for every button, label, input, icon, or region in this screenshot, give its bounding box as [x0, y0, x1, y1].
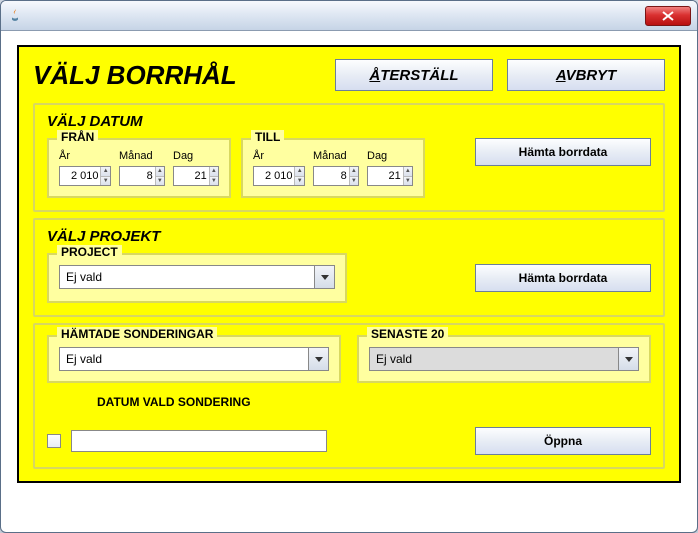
- spin-up-icon[interactable]: ▲: [403, 167, 412, 177]
- from-month-spinner[interactable]: ▲▼: [119, 166, 165, 186]
- latest-combo-input[interactable]: [370, 348, 618, 370]
- from-day-input[interactable]: [174, 167, 209, 185]
- to-month-label: Månad: [313, 150, 359, 162]
- from-month-label: Månad: [119, 150, 165, 162]
- spin-down-icon[interactable]: ▼: [155, 177, 164, 186]
- date-group: VÄLJ DATUM FRÅN År Månad Dag ▲▼ ▲▼ ▲▼: [33, 103, 665, 212]
- app-window: VÄLJ BORRHÅL ÅTERSTÄLL AVBRYT VÄLJ DATUM…: [0, 0, 698, 533]
- from-year-input[interactable]: [60, 167, 100, 185]
- project-group-title: VÄLJ PROJEKT: [47, 228, 651, 245]
- date-sondering-checkbox[interactable]: [47, 434, 61, 448]
- latest-fieldset: SENASTE 20: [357, 335, 651, 383]
- from-day-spinner[interactable]: ▲▼: [173, 166, 219, 186]
- from-year-spinner[interactable]: ▲▼: [59, 166, 111, 186]
- from-legend: FRÅN: [57, 130, 98, 144]
- to-fieldset: TILL År Månad Dag ▲▼ ▲▼ ▲▼: [241, 138, 425, 198]
- date-sondering-label: DATUM VALD SONDERING: [97, 395, 651, 409]
- project-combo-input[interactable]: [60, 266, 314, 288]
- fetched-legend: HÄMTADE SONDERINGAR: [57, 327, 217, 341]
- to-day-label: Dag: [367, 150, 413, 162]
- project-fieldset: PROJECT: [47, 253, 347, 303]
- fetched-fieldset: HÄMTADE SONDERINGAR: [47, 335, 341, 383]
- to-year-label: År: [253, 150, 305, 162]
- to-year-spinner[interactable]: ▲▼: [253, 166, 305, 186]
- from-month-input[interactable]: [120, 167, 155, 185]
- latest-legend: SENASTE 20: [367, 327, 448, 341]
- chevron-down-icon[interactable]: [308, 348, 328, 370]
- open-button[interactable]: Öppna: [475, 427, 651, 455]
- spin-up-icon[interactable]: ▲: [100, 167, 110, 177]
- page-title: VÄLJ BORRHÅL: [33, 60, 321, 91]
- spin-up-icon[interactable]: ▲: [155, 167, 164, 177]
- spin-up-icon[interactable]: ▲: [294, 167, 304, 177]
- date-sondering-field[interactable]: [71, 430, 327, 452]
- spin-up-icon[interactable]: ▲: [349, 167, 358, 177]
- client-area: VÄLJ BORRHÅL ÅTERSTÄLL AVBRYT VÄLJ DATUM…: [1, 31, 697, 497]
- fetched-combo[interactable]: [59, 347, 329, 371]
- reset-button[interactable]: ÅTERSTÄLL: [335, 59, 493, 91]
- from-fieldset: FRÅN År Månad Dag ▲▼ ▲▼ ▲▼: [47, 138, 231, 198]
- main-panel: VÄLJ BORRHÅL ÅTERSTÄLL AVBRYT VÄLJ DATUM…: [17, 45, 681, 483]
- from-year-label: År: [59, 150, 111, 162]
- to-year-input[interactable]: [254, 167, 294, 185]
- project-group: VÄLJ PROJEKT PROJECT Hämta borrdata: [33, 218, 665, 317]
- titlebar: [1, 1, 697, 31]
- spin-down-icon[interactable]: ▼: [403, 177, 412, 186]
- project-legend: PROJECT: [57, 245, 122, 259]
- latest-combo[interactable]: [369, 347, 639, 371]
- to-month-input[interactable]: [314, 167, 349, 185]
- fetch-date-button[interactable]: Hämta borrdata: [475, 138, 651, 166]
- spin-down-icon[interactable]: ▼: [294, 177, 304, 186]
- from-day-label: Dag: [173, 150, 219, 162]
- cancel-button[interactable]: AVBRYT: [507, 59, 665, 91]
- spin-down-icon[interactable]: ▼: [349, 177, 358, 186]
- java-icon: [7, 8, 23, 24]
- fetched-combo-input[interactable]: [60, 348, 308, 370]
- chevron-down-icon[interactable]: [618, 348, 638, 370]
- project-combo[interactable]: [59, 265, 335, 289]
- date-group-title: VÄLJ DATUM: [47, 113, 651, 130]
- to-day-spinner[interactable]: ▲▼: [367, 166, 413, 186]
- to-day-input[interactable]: [368, 167, 403, 185]
- fetch-project-button[interactable]: Hämta borrdata: [475, 264, 651, 292]
- sondering-group: HÄMTADE SONDERINGAR SENASTE 20: [33, 323, 665, 469]
- close-button[interactable]: [645, 6, 691, 26]
- to-legend: TILL: [251, 130, 284, 144]
- chevron-down-icon[interactable]: [314, 266, 334, 288]
- to-month-spinner[interactable]: ▲▼: [313, 166, 359, 186]
- spin-up-icon[interactable]: ▲: [209, 167, 218, 177]
- spin-down-icon[interactable]: ▼: [100, 177, 110, 186]
- spin-down-icon[interactable]: ▼: [209, 177, 218, 186]
